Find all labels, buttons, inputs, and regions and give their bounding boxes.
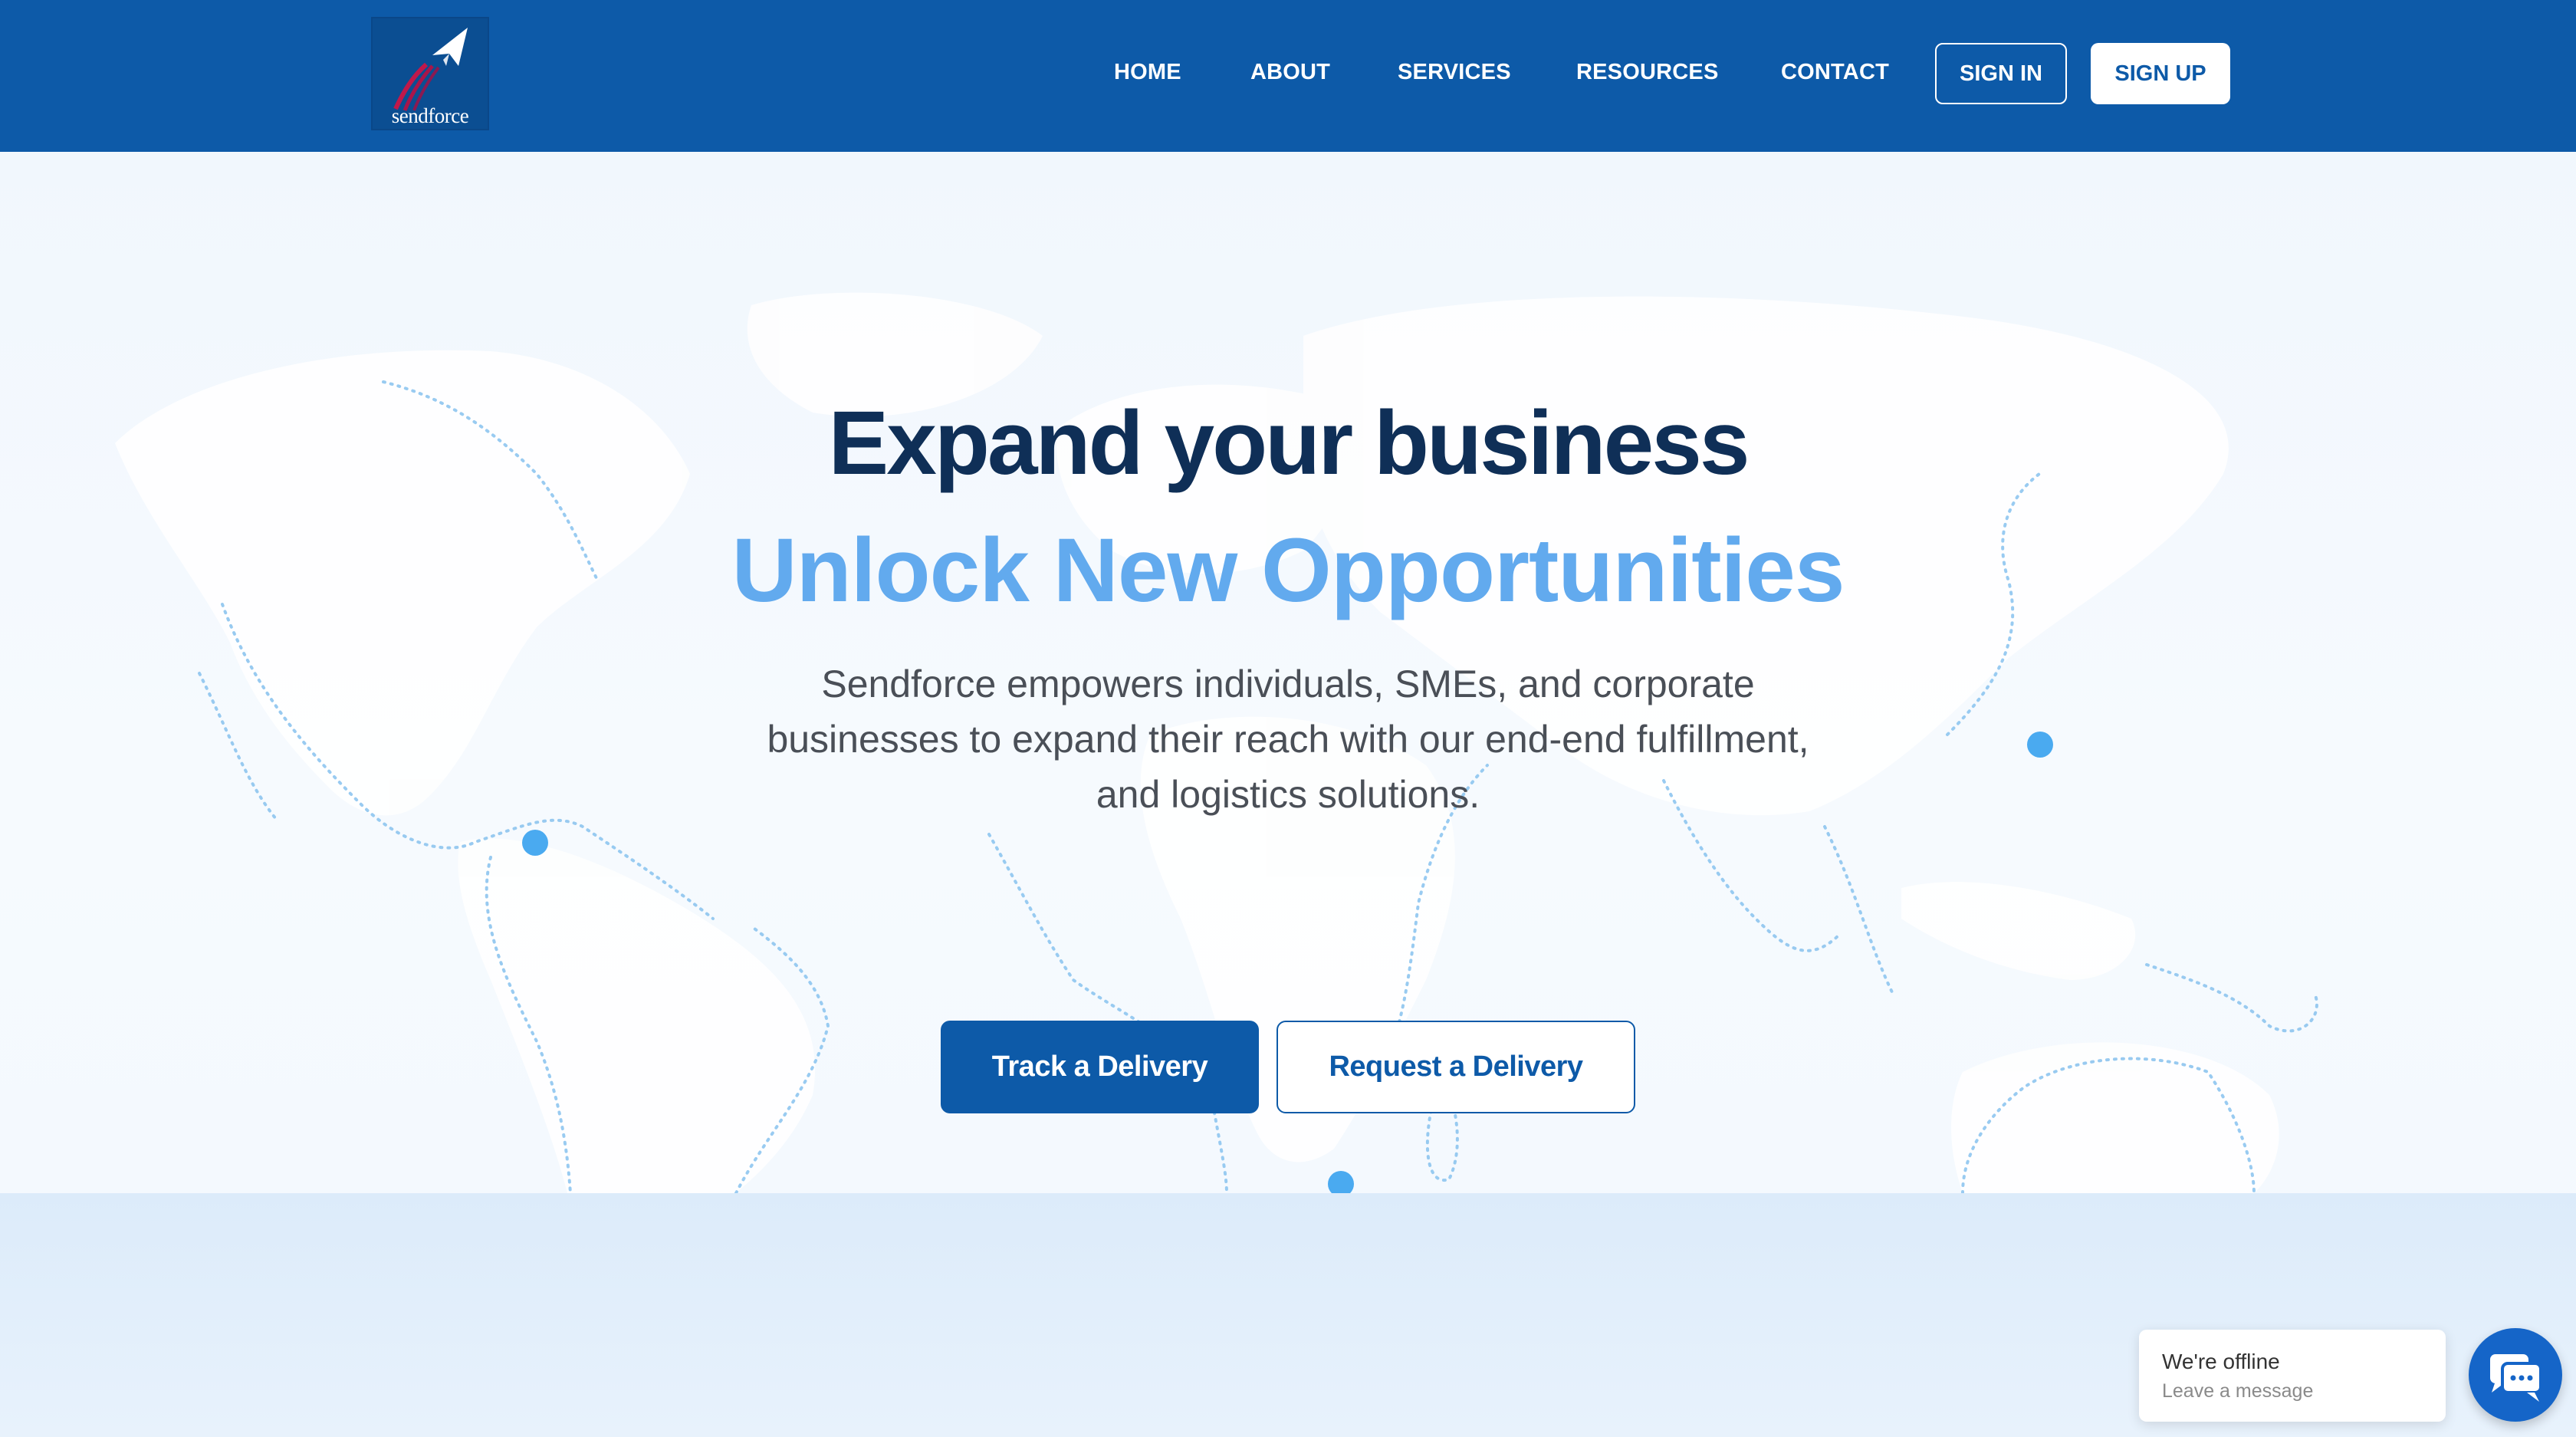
chat-icon: [2490, 1354, 2542, 1402]
sign-up-button[interactable]: SIGN UP: [2091, 43, 2230, 104]
nav-about[interactable]: ABOUT: [1250, 60, 1330, 85]
hero-description: Sendforce empowers individuals, SMEs, an…: [767, 663, 1809, 816]
nav-home[interactable]: HOME: [1114, 60, 1181, 85]
page: sendforce HOME ABOUT SERVICES RESOURCES …: [0, 0, 2576, 1437]
request-delivery-button[interactable]: Request a Delivery: [1276, 1021, 1635, 1113]
sign-in-button[interactable]: SIGN IN: [1935, 43, 2067, 104]
chat-status-text: We're offline: [2162, 1350, 2280, 1373]
nav-services[interactable]: SERVICES: [1398, 60, 1511, 85]
chat-status-bubble[interactable]: We're offline Leave a message: [2139, 1330, 2446, 1422]
nav-resources[interactable]: RESOURCES: [1576, 60, 1719, 85]
track-delivery-button[interactable]: Track a Delivery: [941, 1021, 1259, 1113]
hero-subtitle: Unlock New Opportunities: [731, 520, 1845, 621]
chat-launcher-button[interactable]: [2469, 1328, 2562, 1422]
chat-prompt-text: Leave a message: [2162, 1380, 2314, 1402]
hero-section: Expand your business Unlock New Opportun…: [0, 152, 2576, 1193]
nav-contact[interactable]: CONTACT: [1781, 60, 1889, 85]
site-header: sendforce HOME ABOUT SERVICES RESOURCES …: [0, 0, 2576, 152]
hero-title: Expand your business: [828, 393, 1750, 494]
